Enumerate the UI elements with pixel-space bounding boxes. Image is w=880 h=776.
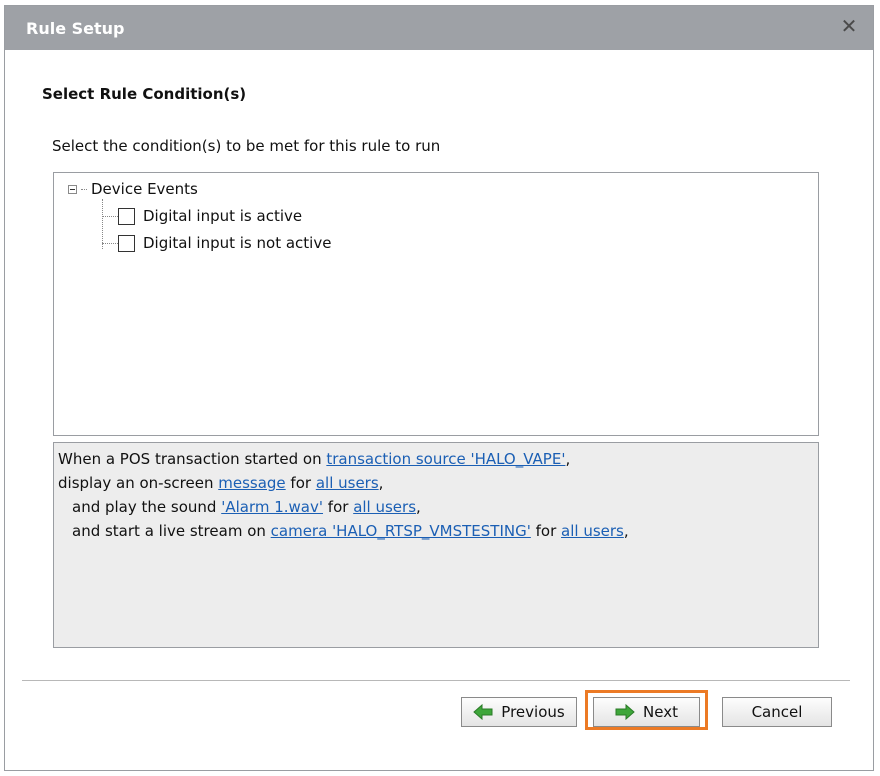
sound-link[interactable]: 'Alarm 1.wav' [221, 498, 323, 516]
summary-line: and play the sound 'Alarm 1.wav' for all… [58, 495, 814, 519]
summary-text: for [323, 498, 354, 516]
summary-text: , [623, 522, 629, 540]
tree-connector [81, 188, 87, 190]
previous-label: Previous [501, 703, 565, 721]
tree-item-digital-input-not-active[interactable]: Digital input is not active [102, 232, 331, 254]
tree-connector [102, 242, 118, 244]
summary-text: and play the sound [72, 498, 222, 516]
arrow-right-icon [615, 704, 635, 720]
arrow-left-icon [473, 704, 493, 720]
previous-button[interactable]: Previous [461, 697, 577, 727]
summary-text: , [416, 498, 421, 516]
tree-item-label: Digital input is not active [143, 234, 332, 252]
all-users-link[interactable]: all users [561, 522, 624, 540]
summary-text: , [378, 474, 384, 492]
summary-line: When a POS transaction started on transa… [58, 447, 814, 471]
summary-text: When a POS transaction started on [58, 450, 327, 468]
close-icon[interactable]: ✕ [839, 16, 859, 36]
summary-text: and start a live stream on [72, 522, 271, 540]
message-link[interactable]: message [218, 474, 285, 492]
tree-item-digital-input-active[interactable]: Digital input is active [102, 205, 302, 227]
summary-text: display an on-screen [58, 474, 219, 492]
checkbox[interactable] [118, 234, 135, 252]
summary-line: and start a live stream on camera 'HALO_… [58, 519, 814, 543]
instruction-text: Select the condition(s) to be met for th… [52, 137, 441, 155]
tree-connector [102, 215, 118, 217]
window-title: Rule Setup [26, 19, 125, 38]
collapse-icon[interactable] [68, 184, 77, 194]
all-users-link[interactable]: all users [353, 498, 416, 516]
tree-item-label: Digital input is active [143, 207, 303, 225]
summary-text: for [530, 522, 562, 540]
button-separator [22, 680, 850, 681]
next-label: Next [643, 703, 678, 721]
summary-line: display an on-screen message for all use… [58, 471, 814, 495]
cancel-button[interactable]: Cancel [722, 697, 832, 727]
checkbox[interactable] [118, 207, 135, 225]
page-title: Select Rule Condition(s) [42, 85, 247, 103]
next-button[interactable]: Next [593, 697, 700, 727]
summary-text: for [285, 474, 316, 492]
tree-node-device-events[interactable]: Device Events [68, 179, 198, 199]
summary-text: , [565, 450, 571, 468]
title-bar[interactable]: Rule Setup ✕ [5, 6, 873, 50]
rule-summary: When a POS transaction started on transa… [53, 442, 819, 648]
tree-node-label: Device Events [91, 180, 198, 198]
cancel-label: Cancel [751, 703, 803, 721]
all-users-link[interactable]: all users [316, 474, 379, 492]
condition-tree[interactable]: Device Events Digital input is active Di… [53, 172, 819, 436]
camera-link[interactable]: camera 'HALO_RTSP_VMSTESTING' [271, 522, 531, 540]
transaction-source-link[interactable]: transaction source 'HALO_VAPE' [326, 450, 565, 468]
